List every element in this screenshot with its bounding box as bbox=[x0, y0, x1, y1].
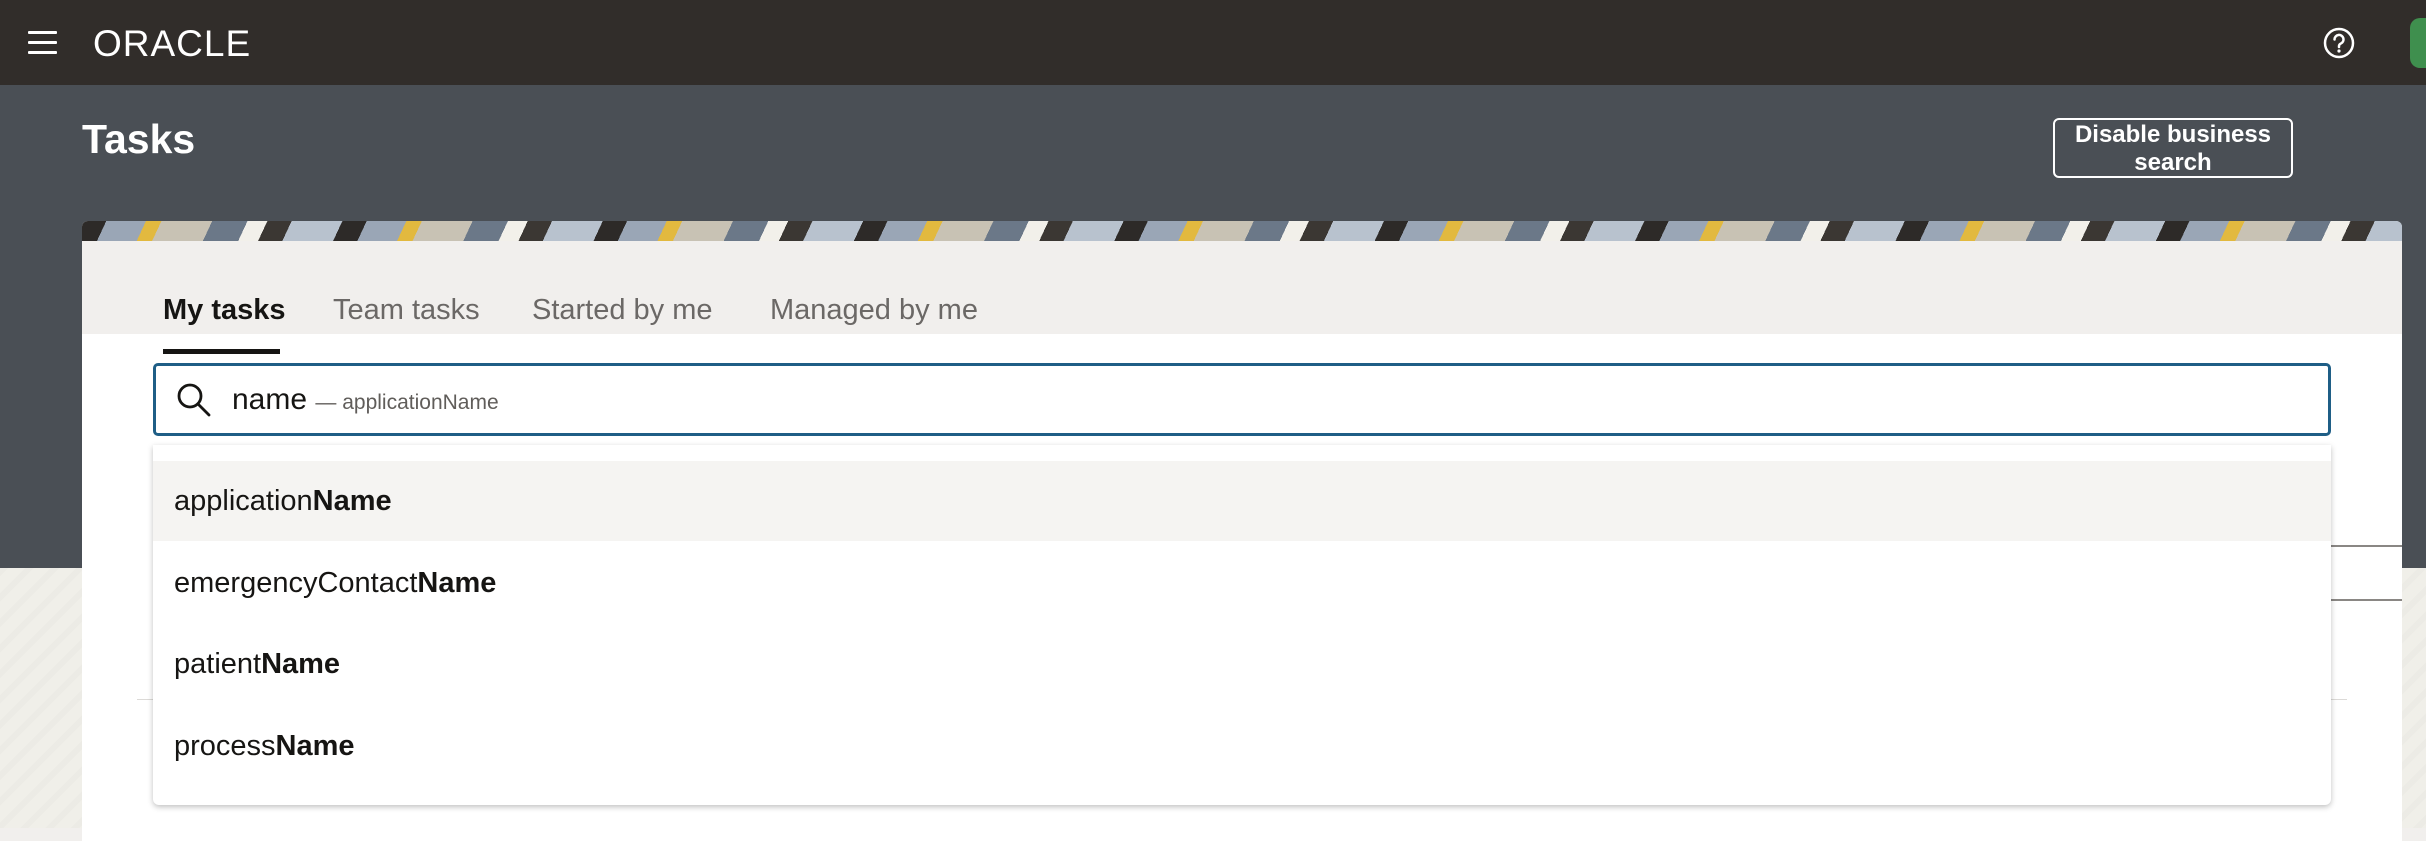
suggestion-match: Name bbox=[275, 730, 355, 762]
search-input[interactable]: name — applicationName bbox=[153, 363, 2331, 436]
suggestion-match: Name bbox=[312, 485, 392, 517]
decorative-banner bbox=[82, 221, 2402, 241]
active-tab-indicator bbox=[163, 349, 280, 354]
suggestion-match: Name bbox=[261, 648, 341, 680]
suggestion-prefix: application bbox=[174, 485, 313, 517]
logo-text: ORACLE bbox=[93, 23, 251, 62]
tab-team-tasks[interactable]: Team tasks bbox=[333, 293, 480, 327]
suggestion-prefix: emergencyContact bbox=[174, 567, 418, 599]
filter-button[interactable] bbox=[2322, 545, 2402, 601]
autocomplete-hint: — applicationName bbox=[315, 391, 499, 414]
help-circle-icon[interactable] bbox=[2322, 26, 2356, 60]
tab-my-tasks[interactable]: My tasks bbox=[163, 293, 286, 327]
page-title: Tasks bbox=[82, 116, 196, 162]
suggestion-item[interactable]: patientName bbox=[153, 624, 2331, 704]
disable-business-search-button[interactable]: Disable business search bbox=[2053, 118, 2293, 178]
suggestion-match: Name bbox=[417, 567, 497, 599]
user-avatar-icon[interactable] bbox=[2410, 18, 2426, 68]
suggestion-dropdown: applicationName emergencyContactName pat… bbox=[153, 445, 2331, 805]
tab-bar: My tasks Team tasks Started by me Manage… bbox=[82, 241, 2402, 354]
suggestion-prefix: process bbox=[174, 730, 276, 762]
tab-started-by-me[interactable]: Started by me bbox=[532, 293, 713, 327]
suggestion-item[interactable]: processName bbox=[153, 706, 2331, 786]
tab-managed-by-me[interactable]: Managed by me bbox=[770, 293, 978, 327]
suggestion-item[interactable]: applicationName bbox=[153, 461, 2331, 541]
hamburger-menu-icon[interactable] bbox=[25, 28, 63, 58]
top-navigation-bar: ORACLE bbox=[0, 0, 2426, 85]
search-query: name bbox=[232, 383, 308, 416]
search-icon bbox=[177, 383, 211, 417]
oracle-logo[interactable]: ORACLE bbox=[93, 22, 308, 62]
suggestion-item[interactable]: emergencyContactName bbox=[153, 543, 2331, 623]
suggestion-prefix: patient bbox=[174, 648, 262, 680]
search-value: name — applicationName bbox=[232, 383, 499, 420]
